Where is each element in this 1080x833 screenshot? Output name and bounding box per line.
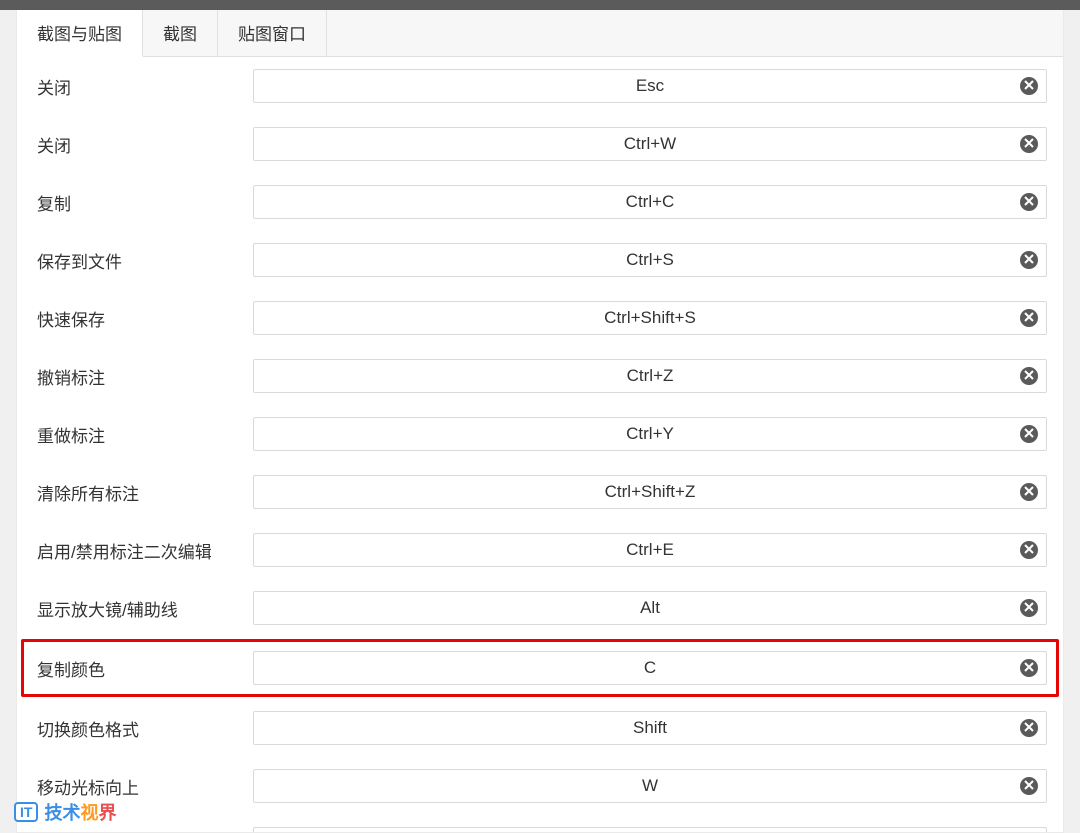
close-icon [1024,659,1034,677]
shortcut-input[interactable]: S [253,827,1047,833]
shortcut-row: 关闭 Ctrl+W [21,115,1059,173]
shortcut-row: 显示放大镜/辅助线 Alt [21,579,1059,637]
shortcut-value: Shift [254,718,1046,738]
shortcut-value: Alt [254,598,1046,618]
watermark-text: 技术视界 [44,799,116,825]
clear-shortcut-button[interactable] [1020,599,1038,617]
shortcut-row: 移动光标向上 W [21,757,1059,815]
tab-1[interactable]: 截图 [143,10,218,56]
clear-shortcut-button[interactable] [1020,367,1038,385]
shortcut-input[interactable]: Alt [253,591,1047,625]
shortcut-list: 关闭 Esc 关闭 Ctrl+W 复制 Ctrl+C 保存到文件 Ctrl+S 快速保存 Ctrl… [17,57,1063,833]
shortcut-input[interactable]: C [253,651,1047,685]
close-icon [1024,425,1034,443]
close-icon [1024,77,1034,95]
shortcut-value: Ctrl+C [254,192,1046,212]
shortcut-row: 复制 Ctrl+C [21,173,1059,231]
window-titlebar [0,0,1080,10]
shortcut-input[interactable]: Ctrl+Shift+S [253,301,1047,335]
shortcut-input[interactable]: Ctrl+S [253,243,1047,277]
shortcut-label: 复制颜色 [37,656,237,681]
clear-shortcut-button[interactable] [1020,425,1038,443]
shortcut-row: 保存到文件 Ctrl+S [21,231,1059,289]
shortcut-row: 清除所有标注 Ctrl+Shift+Z [21,463,1059,521]
shortcut-label: 关闭 [37,132,237,157]
shortcut-input[interactable]: Shift [253,711,1047,745]
shortcut-row: 撤销标注 Ctrl+Z [21,347,1059,405]
clear-shortcut-button[interactable] [1020,483,1038,501]
shortcut-input[interactable]: W [253,769,1047,803]
shortcut-label: 启用/禁用标注二次编辑 [37,538,237,563]
clear-shortcut-button[interactable] [1020,541,1038,559]
close-icon [1024,777,1034,795]
close-icon [1024,599,1034,617]
shortcut-input[interactable]: Ctrl+Y [253,417,1047,451]
shortcut-label: 快速保存 [37,306,237,331]
close-icon [1024,251,1034,269]
shortcut-label: 保存到文件 [37,248,237,273]
clear-shortcut-button[interactable] [1020,193,1038,211]
shortcut-value: Ctrl+E [254,540,1046,560]
shortcut-input[interactable]: Esc [253,69,1047,103]
tab-0[interactable]: 截图与贴图 [17,10,143,57]
close-icon [1024,541,1034,559]
shortcut-value: Ctrl+Y [254,424,1046,444]
shortcut-value: Ctrl+S [254,250,1046,270]
shortcut-label: 撤销标注 [37,364,237,389]
shortcut-value: Ctrl+W [254,134,1046,154]
close-icon [1024,309,1034,327]
settings-panel: 截图与贴图截图贴图窗口 关闭 Esc 关闭 Ctrl+W 复制 Ctrl+C 保存到文件 Ct… [16,10,1064,833]
shortcut-value: Esc [254,76,1046,96]
tab-2[interactable]: 贴图窗口 [218,10,327,56]
close-icon [1024,483,1034,501]
tab-bar: 截图与贴图截图贴图窗口 [17,10,1063,57]
shortcut-value: Ctrl+Shift+Z [254,482,1046,502]
close-icon [1024,719,1034,737]
shortcut-input[interactable]: Ctrl+Shift+Z [253,475,1047,509]
shortcut-row: 快速保存 Ctrl+Shift+S [21,289,1059,347]
clear-shortcut-button[interactable] [1020,77,1038,95]
shortcut-label: 切换颜色格式 [37,716,237,741]
shortcut-row: 启用/禁用标注二次编辑 Ctrl+E [21,521,1059,579]
clear-shortcut-button[interactable] [1020,309,1038,327]
shortcut-input[interactable]: Ctrl+C [253,185,1047,219]
close-icon [1024,193,1034,211]
shortcut-label: 重做标注 [37,422,237,447]
clear-shortcut-button[interactable] [1020,251,1038,269]
shortcut-label: 关闭 [37,74,237,99]
shortcut-input[interactable]: Ctrl+W [253,127,1047,161]
shortcut-label: 清除所有标注 [37,480,237,505]
shortcut-row: 关闭 Esc [21,57,1059,115]
shortcut-value: C [254,658,1046,678]
shortcut-input[interactable]: Ctrl+E [253,533,1047,567]
shortcut-row: 复制颜色 C [21,639,1059,697]
watermark-badge: IT [14,802,38,822]
shortcut-row: 重做标注 Ctrl+Y [21,405,1059,463]
shortcut-value: Ctrl+Shift+S [254,308,1046,328]
watermark: IT 技术视界 [14,799,116,825]
shortcut-label: 移动光标向上 [37,774,237,799]
shortcut-value: W [254,776,1046,796]
close-icon [1024,367,1034,385]
shortcut-row: 切换颜色格式 Shift [21,699,1059,757]
clear-shortcut-button[interactable] [1020,777,1038,795]
clear-shortcut-button[interactable] [1020,135,1038,153]
shortcut-row: 移动光标向下S [21,815,1059,833]
clear-shortcut-button[interactable] [1020,719,1038,737]
shortcut-value: Ctrl+Z [254,366,1046,386]
shortcut-label: 复制 [37,190,237,215]
shortcut-input[interactable]: Ctrl+Z [253,359,1047,393]
shortcut-label: 显示放大镜/辅助线 [37,596,237,621]
clear-shortcut-button[interactable] [1020,659,1038,677]
close-icon [1024,135,1034,153]
